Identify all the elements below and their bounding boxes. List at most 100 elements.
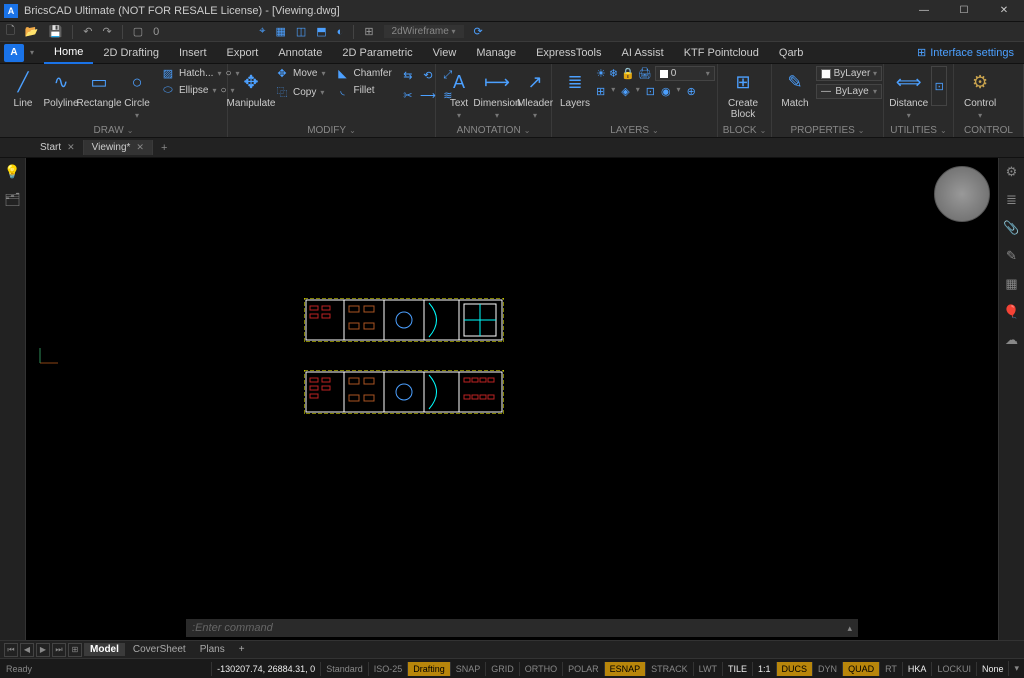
status-polar[interactable]: POLAR <box>562 662 604 676</box>
layer-dropdown[interactable]: 0▾ <box>655 66 715 81</box>
layers-button[interactable]: ≣Layers <box>558 66 592 111</box>
status-iso[interactable]: ISO-25 <box>368 662 408 676</box>
tool-icon[interactable]: ✎ <box>1006 248 1017 264</box>
drawing-canvas[interactable]: : Enter command ▴ <box>26 158 998 640</box>
layout-next[interactable]: ▶ <box>36 643 50 657</box>
status-hka[interactable]: HKA <box>902 662 932 676</box>
navigation-cube[interactable] <box>934 166 990 222</box>
manipulate-button[interactable]: ✥Manipulate <box>234 66 268 111</box>
status-ortho[interactable]: ORTHO <box>519 662 562 676</box>
ucs-icon[interactable]: ⌖ <box>259 25 265 38</box>
status-grid[interactable]: GRID <box>485 662 519 676</box>
control-button[interactable]: ⚙Control▾ <box>960 66 1000 122</box>
command-line[interactable]: : Enter command ▴ <box>186 619 858 637</box>
tab-ai-assist[interactable]: AI Assist <box>612 43 674 63</box>
layout-tab-cover[interactable]: CoverSheet <box>127 643 192 656</box>
layout-tab-plans[interactable]: Plans <box>194 643 231 656</box>
mleader-button[interactable]: ↗Mleader▾ <box>518 66 552 122</box>
create-block-button[interactable]: ⊞CreateBlock <box>724 66 762 122</box>
tab-insert[interactable]: Insert <box>169 43 217 63</box>
shade-icon[interactable]: ◐ <box>337 26 344 38</box>
status-quad[interactable]: QUAD <box>842 662 879 676</box>
layout-prev[interactable]: ◀ <box>20 643 34 657</box>
close-tab-icon[interactable]: ✕ <box>136 142 144 153</box>
tab-view[interactable]: View <box>423 43 467 63</box>
dimension-button[interactable]: ⟼Dimension▾ <box>480 66 514 122</box>
extend-icon[interactable]: ⟶ <box>419 86 437 104</box>
new-doc-tab[interactable]: + <box>153 140 175 156</box>
layer-tool-icon[interactable]: ◉ <box>661 85 671 98</box>
status-tile[interactable]: TILE <box>722 662 752 676</box>
interface-settings-button[interactable]: ⊞ Interface settings <box>917 46 1024 59</box>
lightbulb-icon[interactable]: 💡 <box>4 164 20 180</box>
settings-icon[interactable]: ⚙ <box>1006 164 1018 180</box>
status-esnap[interactable]: ESNAP <box>604 662 646 676</box>
view-icon[interactable]: ⬒ <box>316 25 326 38</box>
open-icon[interactable]: 📂 <box>25 25 39 38</box>
layout-add[interactable]: + <box>233 643 251 656</box>
close-button[interactable]: ✕ <box>984 0 1024 22</box>
tab-home[interactable]: Home <box>44 42 93 64</box>
copy-button[interactable]: ⿻Copy ▾ <box>272 83 328 101</box>
tab-qarb[interactable]: Qarb <box>769 43 813 63</box>
layer-tool-icon[interactable]: ◈ <box>621 85 629 98</box>
maximize-button[interactable]: ☐ <box>944 0 984 22</box>
match-button[interactable]: ✎Match <box>778 66 812 111</box>
attach-icon[interactable]: 📎 <box>1003 220 1019 236</box>
status-snap[interactable]: SNAP <box>450 662 486 676</box>
fillet-button[interactable]: ◟Fillet <box>332 83 394 98</box>
history-icon[interactable]: ▢ <box>133 25 143 38</box>
tab-expresstools[interactable]: ExpressTools <box>526 43 611 63</box>
status-scale[interactable]: 1:1 <box>752 662 776 676</box>
measure-icon[interactable]: ⊡ <box>931 66 947 106</box>
status-none[interactable]: None <box>976 662 1009 676</box>
undo-icon[interactable]: ↶ <box>83 25 92 38</box>
text-button[interactable]: AText▾ <box>442 66 476 122</box>
new-icon[interactable]: 🗋 <box>6 22 15 41</box>
layer-iso-icon[interactable]: ⊞ <box>364 25 373 38</box>
layout-tab-model[interactable]: Model <box>84 643 125 656</box>
cmd-collapse-icon[interactable]: ▴ <box>847 623 852 634</box>
rotate-icon[interactable]: ⟲ <box>419 66 437 84</box>
tab-2d-parametric[interactable]: 2D Parametric <box>332 43 422 63</box>
status-standard[interactable]: Standard <box>320 662 368 676</box>
status-drafting[interactable]: Drafting <box>407 662 450 676</box>
doc-tab-start[interactable]: Start✕ <box>32 140 84 155</box>
polyline-button[interactable]: ∿Polyline <box>44 66 78 111</box>
app-menu-button[interactable]: A <box>4 44 24 62</box>
layout-last[interactable]: ⏭ <box>52 643 66 657</box>
cloud-icon[interactable]: ☁ <box>1005 332 1018 348</box>
tab-2d-drafting[interactable]: 2D Drafting <box>93 43 169 63</box>
distance-button[interactable]: ⟺Distance▾ <box>890 66 927 122</box>
move-button[interactable]: ✥Move ▾ <box>272 66 328 81</box>
status-dyn[interactable]: DYN <box>812 662 842 676</box>
rectangle-button[interactable]: ▭Rectangle <box>82 66 116 111</box>
status-lwt[interactable]: LWT <box>693 662 722 676</box>
close-tab-icon[interactable]: ✕ <box>67 142 75 153</box>
3d-icon[interactable]: ◫ <box>296 25 306 38</box>
line-button[interactable]: ╱Line <box>6 66 40 111</box>
status-ducs[interactable]: DUCS <box>776 662 813 676</box>
redo-icon[interactable]: ↷ <box>102 25 111 38</box>
layer-tool-icon[interactable]: ⊞ <box>596 85 605 98</box>
tab-ktf-pointcloud[interactable]: KTF Pointcloud <box>674 43 769 63</box>
tab-manage[interactable]: Manage <box>466 43 526 63</box>
linetype-dropdown[interactable]: —ByLaye▾ <box>816 84 882 99</box>
chamfer-button[interactable]: ◣Chamfer <box>332 66 394 81</box>
status-rt[interactable]: RT <box>879 662 902 676</box>
minimize-button[interactable]: — <box>904 0 944 22</box>
refresh-icon[interactable]: ⟳ <box>474 25 483 38</box>
balloon-icon[interactable]: 🎈 <box>1003 304 1019 320</box>
status-menu[interactable]: ▾ <box>1008 661 1024 676</box>
status-lockui[interactable]: LOCKUI <box>931 662 976 676</box>
layers-panel-icon[interactable]: ≣ <box>1006 192 1017 208</box>
circle-button[interactable]: ○Circle▾ <box>120 66 154 122</box>
tab-export[interactable]: Export <box>217 43 269 63</box>
save-icon[interactable]: 💾 <box>49 25 63 38</box>
layer-tool-icon[interactable]: ⊕ <box>687 85 696 98</box>
grid-icon[interactable]: ▦ <box>1005 276 1017 292</box>
visual-style-dropdown[interactable]: 2dWireframe ▾ <box>384 25 464 38</box>
layout-grid-icon[interactable]: ⊞ <box>68 643 82 657</box>
status-strack[interactable]: STRACK <box>645 662 693 676</box>
layout-first[interactable]: ⏮ <box>4 643 18 657</box>
